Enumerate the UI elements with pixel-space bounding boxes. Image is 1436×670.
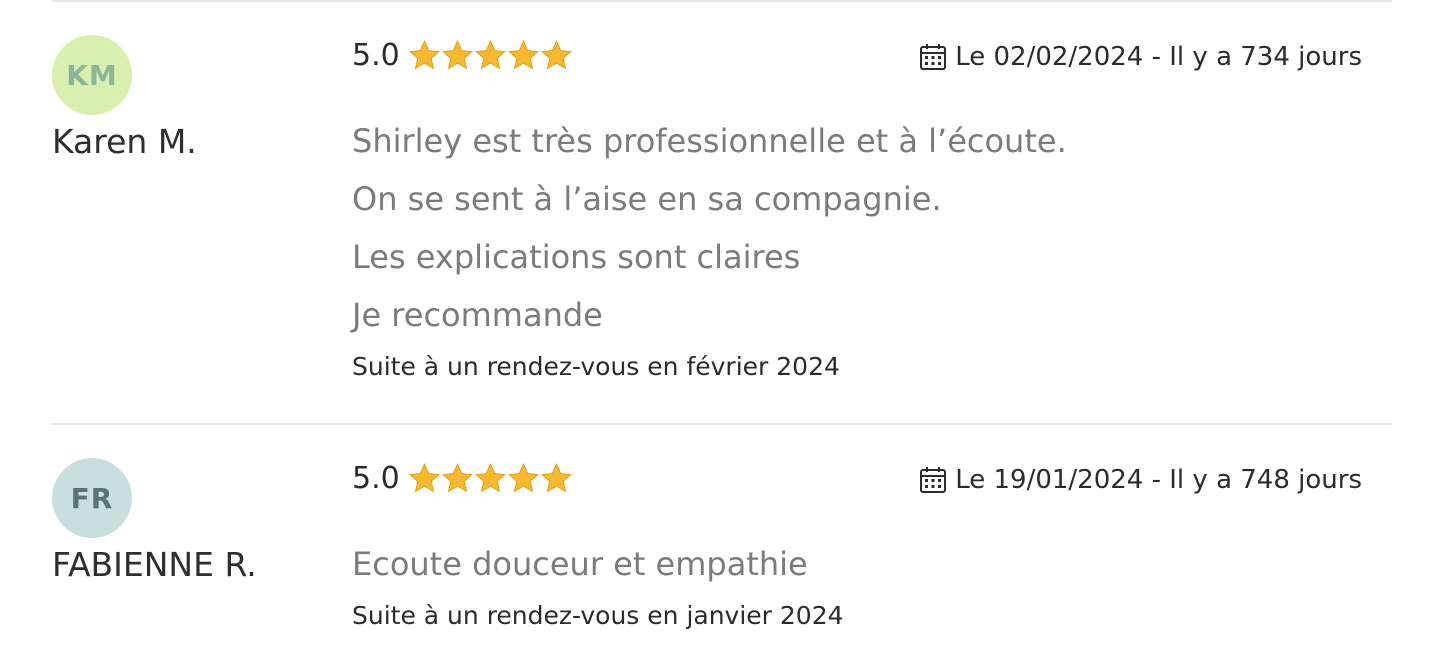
star-icon — [408, 40, 440, 70]
review-body-line: Les explications sont claires — [352, 238, 801, 276]
avatar: FR — [52, 458, 132, 538]
avatar: KM — [52, 35, 132, 115]
star-icon — [441, 463, 473, 493]
calendar-icon — [920, 467, 947, 493]
star-icon — [441, 40, 473, 70]
review-body-line: Ecoute douceur et empathie — [352, 545, 808, 583]
star-icon — [507, 40, 539, 70]
rating: 5.0 — [352, 461, 573, 496]
review-context: Suite à un rendez-vous en février 2024 — [352, 352, 840, 381]
star-icon — [408, 463, 440, 493]
review-date: Le 19/01/2024 - Il y a 748 jours — [919, 465, 1362, 495]
calendar-icon — [920, 44, 947, 70]
review-date-text: Le 02/02/2024 - Il y a 734 jours — [955, 42, 1362, 72]
review-body-line: Shirley est très professionnelle et à l’… — [352, 122, 1067, 160]
author-name: FABIENNE R. — [52, 545, 257, 584]
star-icon — [540, 463, 572, 493]
reviews-list: KM Karen M. 5.0 Le 02/02/2024 - Il y a 7… — [0, 0, 1436, 670]
rating: 5.0 — [352, 38, 573, 73]
review-body: Ecoute douceur et empathie — [352, 535, 808, 593]
rating-value: 5.0 — [352, 38, 400, 73]
divider — [52, 0, 1392, 2]
review-context: Suite à un rendez-vous en janvier 2024 — [352, 601, 844, 630]
review-body-line: Je recommande — [352, 296, 603, 334]
star-icon — [507, 463, 539, 493]
star-rating — [408, 39, 573, 72]
author-name: Karen M. — [52, 122, 197, 161]
divider — [52, 423, 1392, 425]
star-icon — [474, 463, 506, 493]
review-date: Le 02/02/2024 - Il y a 734 jours — [919, 42, 1362, 72]
review-body-line: On se sent à l’aise en sa compagnie. — [352, 180, 942, 218]
rating-value: 5.0 — [352, 461, 400, 496]
review-body: Shirley est très professionnelle et à l’… — [352, 112, 1067, 344]
review-date-text: Le 19/01/2024 - Il y a 748 jours — [955, 465, 1362, 495]
star-icon — [474, 40, 506, 70]
star-icon — [540, 40, 572, 70]
star-rating — [408, 462, 573, 495]
